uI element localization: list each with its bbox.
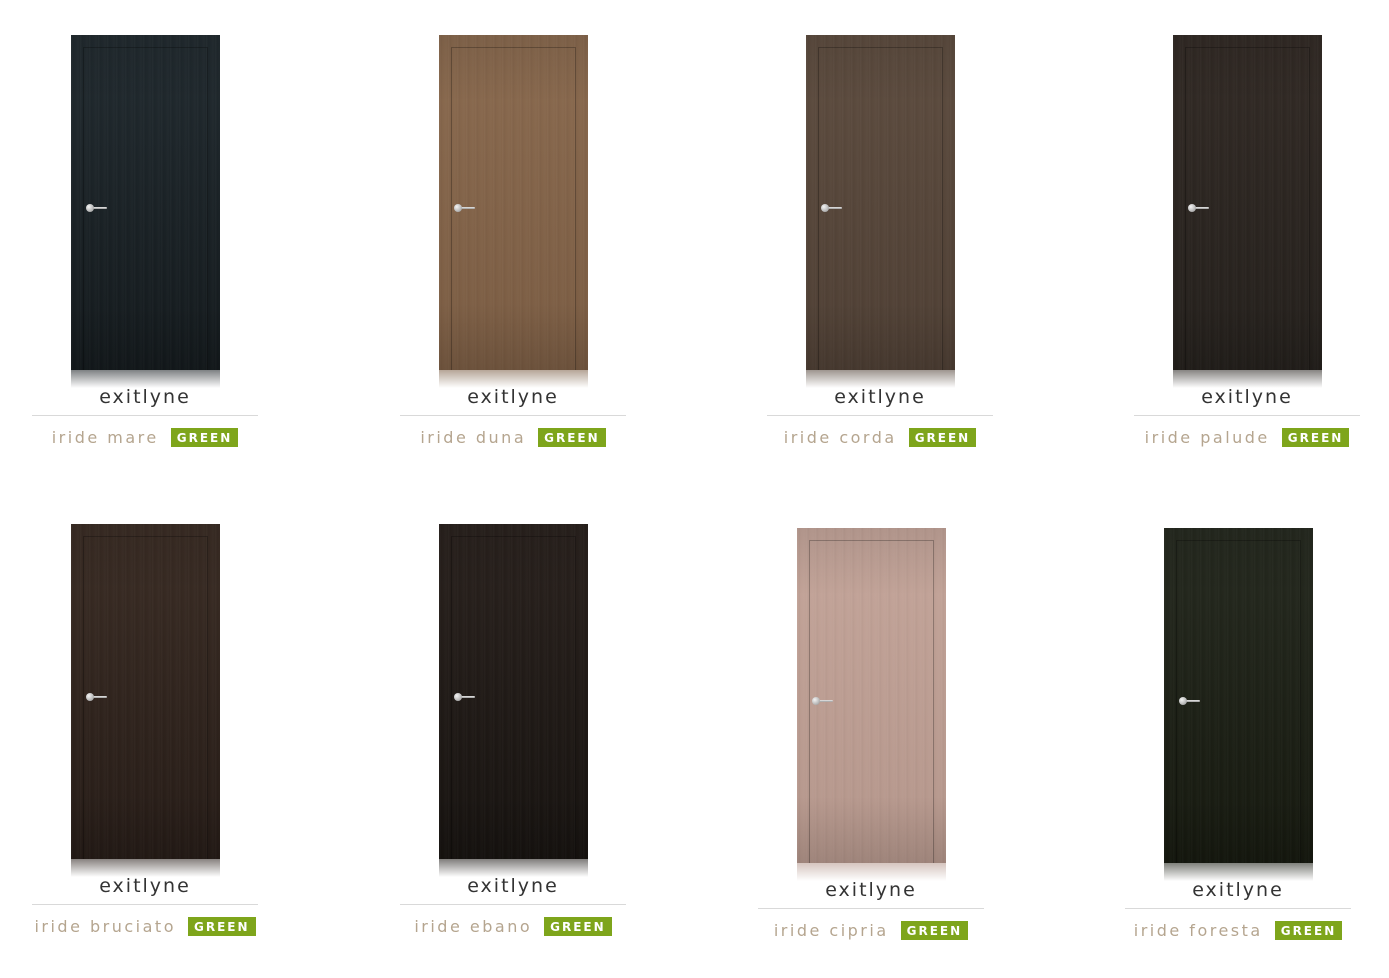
product-finish: iride mare — [51, 427, 159, 447]
product-meta: iride duna GREEN — [400, 426, 626, 448]
door-image[interactable] — [438, 35, 588, 388]
divider — [758, 908, 984, 909]
green-badge: GREEN — [170, 427, 239, 447]
product-grid: exitlyne iride mare GREEN exitlyne iride… — [0, 0, 1389, 978]
door-reflection — [438, 370, 588, 388]
product-meta: iride bruciato GREEN — [32, 915, 258, 937]
product-meta: iride ebano GREEN — [400, 915, 626, 937]
product-card[interactable]: exitlyne iride corda GREEN — [767, 35, 993, 448]
product-model: exitlyne — [1201, 386, 1293, 408]
door-reflection — [70, 859, 220, 877]
divider — [400, 415, 626, 416]
door-reflection — [438, 859, 588, 877]
product-meta: iride cipria GREEN — [758, 919, 984, 941]
green-badge: GREEN — [900, 920, 969, 940]
product-card[interactable]: exitlyne iride cipria GREEN — [758, 528, 984, 941]
product-model: exitlyne — [834, 386, 926, 408]
divider — [767, 415, 993, 416]
product-card[interactable]: exitlyne iride foresta GREEN — [1125, 528, 1351, 941]
door-reflection — [70, 370, 220, 388]
product-model: exitlyne — [825, 879, 917, 901]
product-card[interactable]: exitlyne iride bruciato GREEN — [32, 524, 258, 937]
green-badge: GREEN — [544, 916, 612, 936]
door-handle-icon — [453, 693, 476, 701]
product-meta: iride mare GREEN — [32, 426, 258, 448]
product-meta: iride palude GREEN — [1134, 426, 1360, 448]
door-reflection — [805, 370, 955, 388]
door-image[interactable] — [1163, 528, 1313, 881]
door-reflection — [1163, 863, 1313, 881]
green-badge: GREEN — [1274, 920, 1343, 940]
green-badge: GREEN — [538, 427, 606, 447]
product-model: exitlyne — [467, 386, 559, 408]
green-badge: GREEN — [908, 427, 977, 447]
divider — [32, 904, 258, 905]
product-finish: iride duna — [420, 427, 527, 447]
green-badge: GREEN — [1281, 427, 1350, 447]
door-handle-icon — [1187, 204, 1210, 212]
product-finish: iride ebano — [414, 916, 533, 936]
product-finish: iride palude — [1144, 427, 1270, 447]
divider — [400, 904, 626, 905]
door-image[interactable] — [438, 524, 588, 877]
product-finish: iride corda — [783, 427, 897, 447]
door-image[interactable] — [70, 35, 220, 388]
door-handle-icon — [1178, 697, 1201, 705]
product-model: exitlyne — [99, 386, 191, 408]
door-handle-icon — [820, 204, 843, 212]
product-finish: iride bruciato — [34, 916, 176, 936]
door-reflection — [796, 863, 946, 881]
product-card[interactable]: exitlyne iride mare GREEN — [32, 35, 258, 448]
product-meta: iride foresta GREEN — [1125, 919, 1351, 941]
door-reflection — [1172, 370, 1322, 388]
green-badge: GREEN — [188, 916, 256, 936]
door-handle-icon — [453, 204, 476, 212]
door-handle-icon — [85, 693, 108, 701]
product-model: exitlyne — [467, 875, 559, 897]
divider — [1134, 415, 1360, 416]
divider — [32, 415, 258, 416]
divider — [1125, 908, 1351, 909]
product-card[interactable]: exitlyne iride palude GREEN — [1134, 35, 1360, 448]
product-card[interactable]: exitlyne iride duna GREEN — [400, 35, 626, 448]
product-model: exitlyne — [1192, 879, 1284, 901]
door-handle-icon — [811, 697, 834, 705]
door-image[interactable] — [1172, 35, 1322, 388]
door-image[interactable] — [796, 528, 946, 881]
product-finish: iride foresta — [1133, 920, 1263, 940]
product-meta: iride corda GREEN — [767, 426, 993, 448]
product-model: exitlyne — [99, 875, 191, 897]
door-handle-icon — [85, 204, 108, 212]
door-image[interactable] — [805, 35, 955, 388]
door-image[interactable] — [70, 524, 220, 877]
product-card[interactable]: exitlyne iride ebano GREEN — [400, 524, 626, 937]
product-finish: iride cipria — [773, 920, 889, 940]
